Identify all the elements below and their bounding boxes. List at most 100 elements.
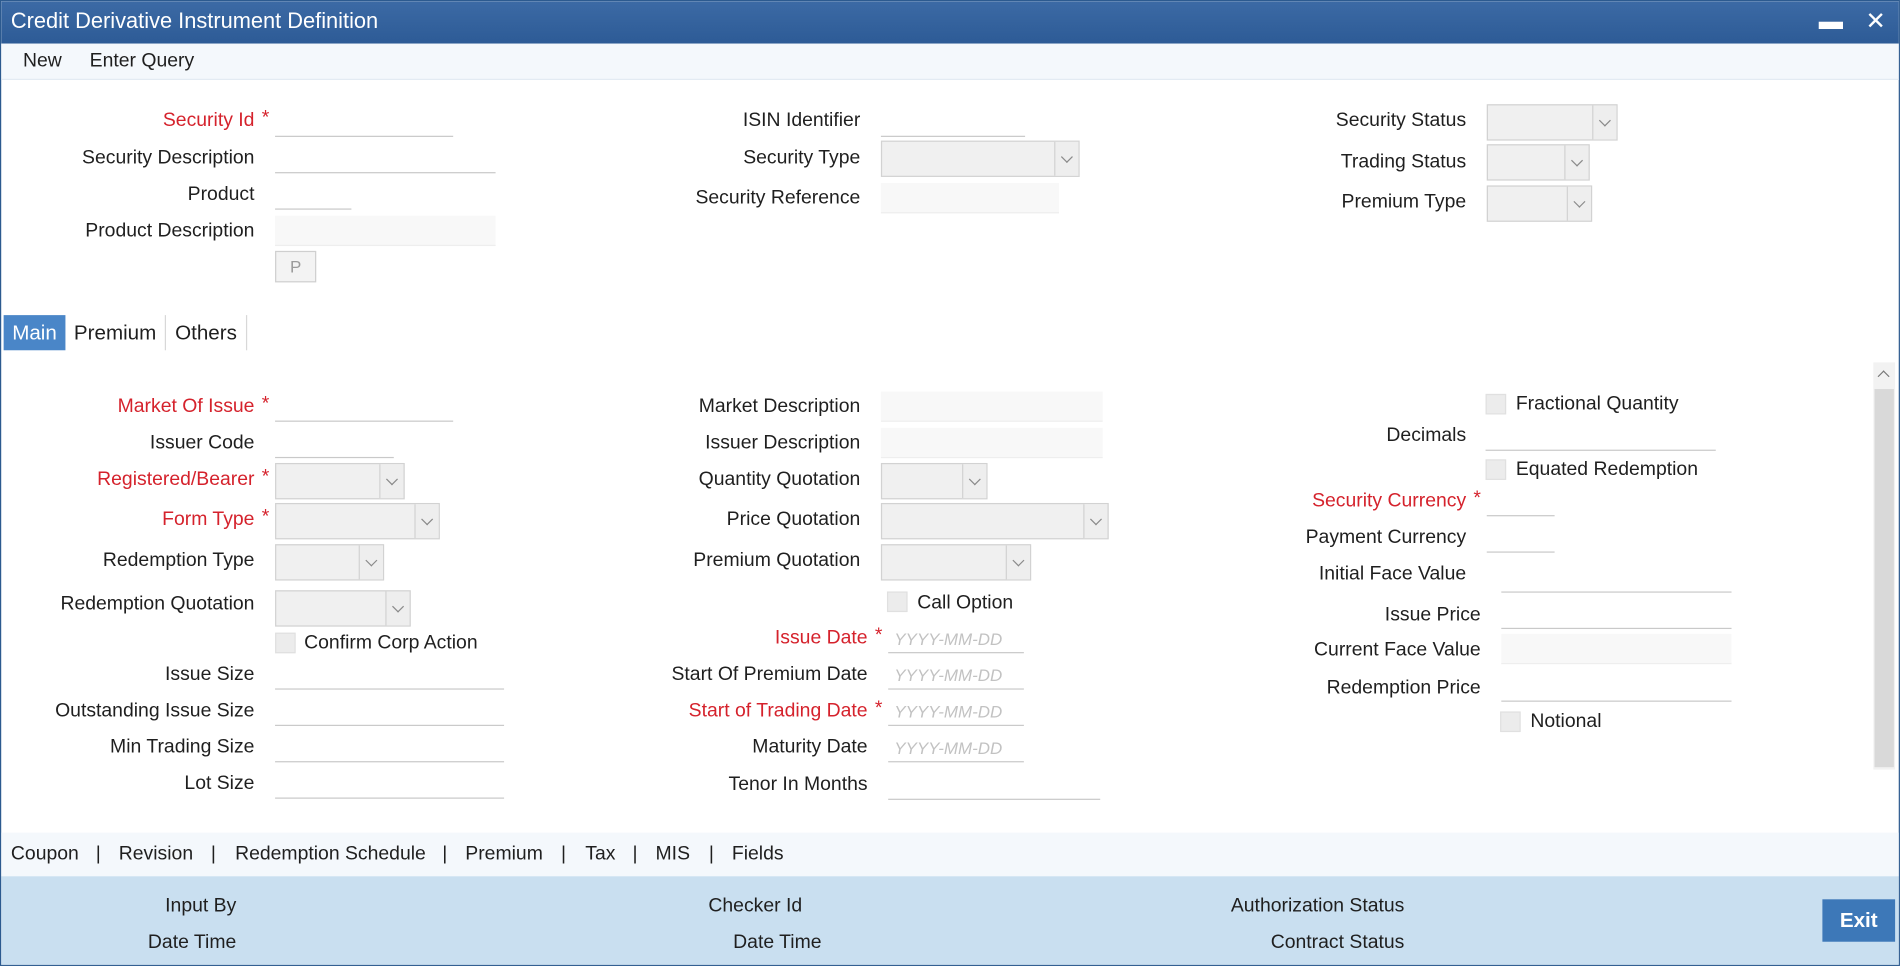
enter-query-menu-item[interactable]: Enter Query [90,51,195,73]
link-separator: | [561,843,567,865]
redemption-price-input[interactable] [1501,671,1732,702]
product-description-field [275,215,496,247]
min-trading-size-input[interactable] [275,732,505,763]
chevron-down-icon [358,545,383,580]
coupon-link[interactable]: Coupon [11,844,79,866]
outstanding-issue-size-label: Outstanding Issue Size [55,700,255,722]
security-status-select[interactable] [1486,104,1618,141]
initial-face-value-label: Initial Face Value [1318,563,1467,585]
start-of-premium-date-label: Start Of Premium Date [671,664,868,685]
call-option-checkbox[interactable] [886,591,908,613]
issue-date-input[interactable]: YYYY-MM-DD [888,623,1024,654]
tenor-in-months-input[interactable] [888,770,1101,800]
issuer-code-input[interactable] [275,428,394,459]
title-bar: Credit Derivative Instrument Definition … [1,1,1899,44]
tab-others[interactable]: Others [166,315,248,351]
security-reference-label: Security Reference [695,187,861,209]
maturity-date-input[interactable]: YYYY-MM-DD [888,732,1024,763]
redemption-quotation-select[interactable] [275,590,411,627]
security-id-input[interactable] [275,107,454,137]
market-description-label: Market Description [698,396,861,417]
quantity-quotation-select[interactable] [880,462,988,500]
new-menu-item[interactable]: New [23,51,62,73]
premium-type-label: Premium Type [1341,191,1467,213]
start-of-trading-date-label: Start of Trading Date [688,700,868,722]
premium-link[interactable]: Premium [465,844,543,866]
product-lov-button[interactable]: P [275,250,317,283]
outstanding-issue-size-input[interactable] [275,696,505,726]
quantity-quotation-label: Quantity Quotation [698,469,861,490]
tab-main[interactable]: Main [3,315,66,351]
required-marker: * [261,506,270,528]
fields-link[interactable]: Fields [732,844,784,866]
market-of-issue-input[interactable] [275,391,454,422]
issuer-description-field [880,427,1103,459]
registered-bearer-select[interactable] [275,462,405,500]
issue-price-label: Issue Price [1384,604,1481,626]
initial-face-value-input[interactable] [1501,562,1732,593]
product-input[interactable] [275,179,352,210]
redemption-type-select[interactable] [275,544,385,581]
premium-quotation-label: Premium Quotation [693,550,861,571]
required-marker: * [261,393,270,415]
exit-button[interactable]: Exit [1822,899,1896,942]
decimals-input[interactable] [1485,421,1716,451]
checker-date-time-label: Date Time [733,932,822,953]
payment-currency-input[interactable] [1486,522,1555,553]
notional-checkbox[interactable] [1500,711,1521,733]
required-marker: * [261,107,270,129]
registered-bearer-label: Registered/Bearer [97,469,255,490]
date-time-label: Date Time [147,932,237,953]
link-separator: | [95,843,101,865]
issue-date-label: Issue Date [774,627,868,649]
close-icon[interactable]: ✕ [1859,5,1893,39]
vertical-scrollbar[interactable] [1873,362,1896,770]
security-type-label: Security Type [743,147,861,169]
market-description-field [880,391,1103,422]
product-label: Product [187,184,255,205]
premium-quotation-select[interactable] [880,544,1032,581]
form-type-select[interactable] [275,502,440,540]
issue-size-label: Issue Size [165,664,255,685]
menu-bar: New Enter Query [1,43,1899,80]
tab-premium[interactable]: Premium [65,315,167,351]
isin-identifier-input[interactable] [880,107,1026,137]
fractional-quantity-checkbox[interactable] [1485,393,1507,415]
price-quotation-label: Price Quotation [726,509,861,530]
chevron-down-icon [379,464,404,499]
issue-price-input[interactable] [1501,599,1732,630]
required-marker: * [1473,488,1481,510]
tax-link[interactable]: Tax [585,844,615,866]
price-quotation-select[interactable] [880,502,1109,540]
tenor-in-months-label: Tenor In Months [728,774,868,796]
security-type-select[interactable] [880,140,1080,177]
trading-status-label: Trading Status [1340,151,1467,173]
mis-link[interactable]: MIS [656,844,690,866]
lot-size-input[interactable] [275,768,505,799]
issue-size-input[interactable] [275,659,505,690]
redemption-type-label: Redemption Type [102,550,255,571]
form-window: Credit Derivative Instrument Definition … [0,0,1900,966]
call-option-label: Call Option [917,592,1014,614]
premium-type-select[interactable] [1486,185,1593,222]
scrollbar-thumb[interactable] [1874,389,1894,768]
redemption-schedule-link[interactable]: Redemption Schedule [235,844,426,866]
authorization-status-label: Authorization Status [1230,895,1405,917]
notional-label: Notional [1530,711,1602,733]
security-description-input[interactable] [275,143,496,174]
trading-status-select[interactable] [1486,144,1590,181]
chevron-up-icon[interactable] [1873,362,1895,386]
redemption-price-label: Redemption Price [1326,677,1481,699]
revision-link[interactable]: Revision [119,844,193,866]
start-of-premium-date-input[interactable]: YYYY-MM-DD [888,659,1024,690]
required-marker: * [261,466,270,488]
input-by-label: Input By [165,895,237,917]
minus-icon[interactable]: ▬ [1814,5,1848,39]
confirm-corp-action-checkbox[interactable] [275,632,296,654]
security-currency-input[interactable] [1486,486,1555,517]
equated-redemption-checkbox[interactable] [1485,459,1507,480]
maturity-date-label: Maturity Date [752,736,868,758]
start-of-trading-date-input[interactable]: YYYY-MM-DD [888,696,1024,726]
current-face-value-field [1501,633,1732,665]
product-description-label: Product Description [85,220,255,242]
